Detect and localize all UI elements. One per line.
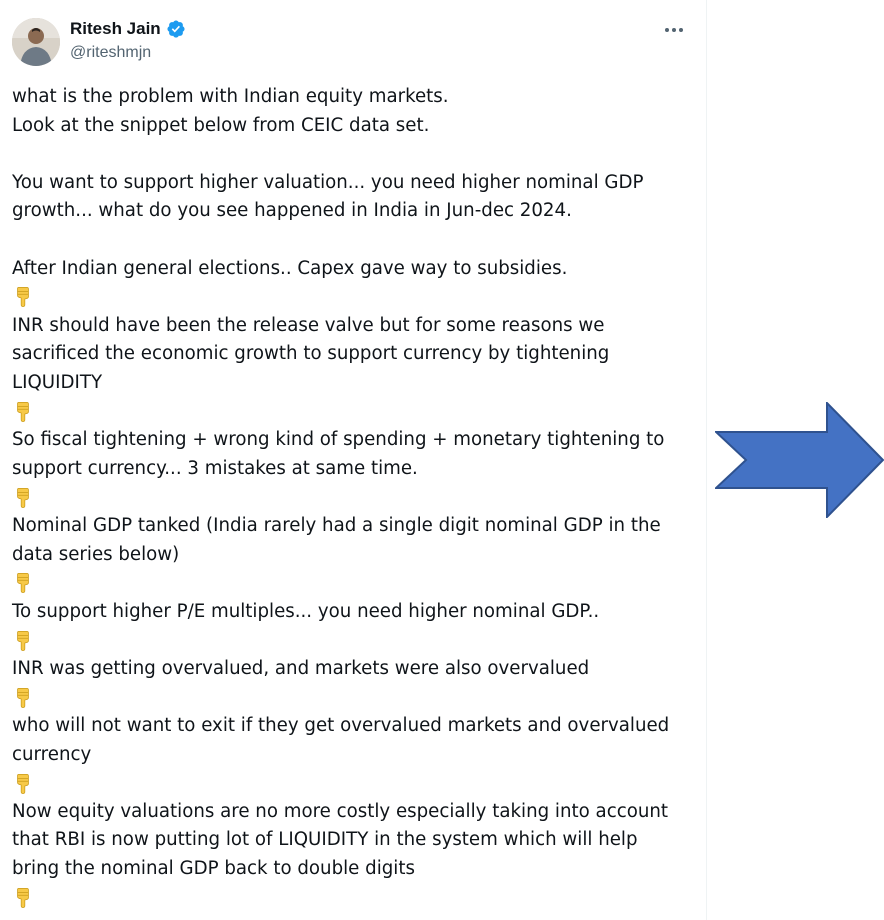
pointing-down-emoji-icon — [12, 626, 702, 655]
right-arrow-icon — [715, 402, 884, 518]
tweet-text-line: Nominal GDP tanked (India rarely had a s… — [12, 514, 661, 536]
tweet-text-line: INR should have been the release valve b… — [12, 314, 605, 336]
tweet-text-line: To support higher P/E multiples... you n… — [12, 600, 600, 622]
tweet-text-line: INR was getting overvalued, and markets … — [12, 657, 590, 679]
tweet-text-line: data series below) — [12, 543, 180, 565]
tweet-card: Ritesh Jain @riteshmjn what is the probl… — [0, 0, 707, 920]
tweet-text-line: Look at the snippet below from CEIC data… — [12, 114, 430, 136]
tweet-text-line: You want to support higher valuation... … — [12, 171, 644, 193]
pointing-down-emoji-icon — [12, 884, 702, 913]
tweet-text: what is the problem with Indian equity m… — [12, 83, 702, 912]
pointing-down-emoji-icon — [12, 569, 702, 598]
tweet-text-line: After Indian general elections.. Capex g… — [12, 257, 568, 279]
pointing-down-emoji-icon — [12, 283, 702, 312]
tweet-text-line: Now equity valuations are no more costly… — [12, 800, 669, 822]
tweet-text-line: LIQUIDITY — [12, 371, 103, 393]
verified-badge-icon — [167, 20, 185, 38]
tweet-text-line: who will not want to exit if they get ov… — [12, 715, 670, 737]
tweet-text-line: what is the problem with Indian equity m… — [12, 86, 449, 107]
author-name[interactable]: Ritesh Jain — [70, 19, 186, 39]
more-options-button[interactable] — [662, 18, 686, 42]
tweet-text-line: So fiscal tightening + wrong kind of spe… — [12, 429, 665, 451]
pointing-down-emoji-icon — [12, 398, 702, 427]
tweet-text-line: currency — [12, 743, 92, 765]
tweet-text-line: sacrificed the economic growth to suppor… — [12, 343, 610, 365]
tweet-text-line: that RBI is now putting lot of LIQUIDITY… — [12, 829, 638, 851]
author-name-text[interactable]: Ritesh Jain — [70, 19, 161, 39]
pointing-down-emoji-icon — [12, 769, 702, 798]
tweet-text-line: support currency... 3 mistakes at same t… — [12, 457, 418, 479]
tweet-text-line: growth... what do you see happened in In… — [12, 200, 572, 222]
more-horizontal-icon — [665, 28, 669, 32]
pointing-down-emoji-icon — [12, 483, 702, 512]
author-avatar[interactable] — [12, 18, 60, 66]
author-handle[interactable]: @riteshmjn — [70, 44, 151, 62]
pointing-down-emoji-icon — [12, 683, 702, 712]
tweet-text-line: bring the nominal GDP back to double dig… — [12, 858, 415, 880]
profile-photo-icon — [12, 18, 60, 66]
